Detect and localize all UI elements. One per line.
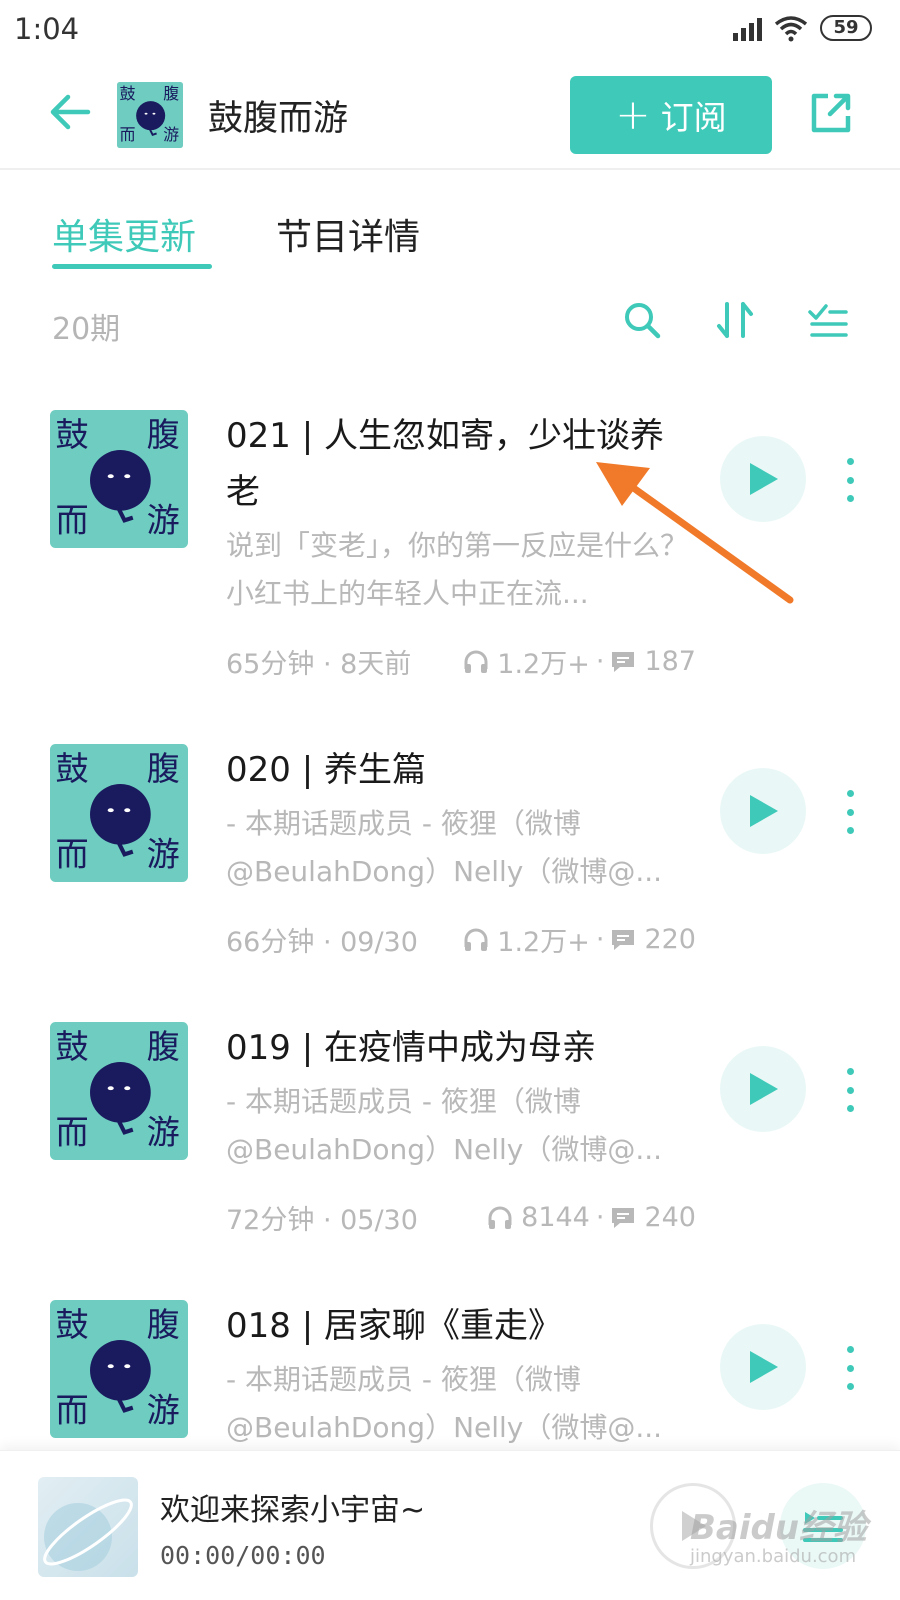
page-title: 鼓腹而游 xyxy=(208,99,349,139)
cover-character: 腹 xyxy=(147,749,180,788)
episode-meta: 72分钟 · 05/30 8144 · 240 xyxy=(226,1198,696,1237)
episode-cover: 鼓 腹而 游 xyxy=(50,410,188,548)
cover-character: 鼓 xyxy=(56,1305,89,1344)
play-icon xyxy=(750,1351,778,1383)
cover-character: 游 xyxy=(147,834,180,873)
header: 鼓腹而游 鼓腹而游 + 订阅 xyxy=(0,62,900,170)
episode-comments: 240 xyxy=(644,1202,696,1233)
cover-character: 腹 xyxy=(147,415,180,454)
episode-comments: 187 xyxy=(644,646,696,677)
player-time: 00:00/00:00 xyxy=(160,1541,326,1570)
headphones-icon xyxy=(464,928,488,951)
cover-artwork: 鼓 腹而 游 xyxy=(50,1022,188,1160)
status-time: 1:04 xyxy=(14,12,80,46)
play-button[interactable] xyxy=(720,1324,806,1410)
episode-meta: 66分钟 · 09/30 1.2万+ · 220 xyxy=(226,920,696,959)
episode-comments: 220 xyxy=(644,924,696,955)
search-icon[interactable] xyxy=(620,298,664,342)
episode-cover: 鼓 腹而 游 xyxy=(50,744,188,882)
headphones-icon xyxy=(488,1206,512,1229)
episode-title[interactable]: 019 | 在疫情中成为母亲 xyxy=(226,1020,686,1076)
planet-artwork xyxy=(43,1498,133,1571)
episode-cover: 鼓 腹而 游 xyxy=(50,1022,188,1160)
comment-icon xyxy=(612,929,635,950)
battery-indicator: 59 xyxy=(820,15,872,41)
play-button[interactable] xyxy=(720,768,806,854)
active-tab-indicator xyxy=(52,264,212,269)
episode-description: - 本期话题成员 - 筱狸（微博@BeulahDong）Nelly（微博@... xyxy=(226,807,663,888)
episode-plays: 8144 xyxy=(521,1202,590,1233)
play-button[interactable] xyxy=(720,436,806,522)
cover-character: 而 xyxy=(120,125,136,144)
cover-character: 腹 xyxy=(147,1305,180,1344)
cover-character: 而 xyxy=(56,834,89,873)
player-title: 欢迎来探索小宇宙~ xyxy=(160,1493,426,1528)
tab-program-details[interactable]: 节目详情 xyxy=(276,208,420,260)
share-icon[interactable] xyxy=(806,88,856,138)
cover-character: 而 xyxy=(56,1390,89,1429)
episode-plays: 1.2万+ xyxy=(497,649,590,680)
cover-character: 鼓 xyxy=(120,84,136,103)
more-vertical-icon[interactable] xyxy=(840,790,860,834)
episode-count: 20期 xyxy=(52,312,121,347)
cover-character: 鼓 xyxy=(56,749,89,788)
episode-description: 说到「变老」，你的第一反应是什么？小红书上的年轻人中正在流... xyxy=(226,529,689,610)
cover-character: 游 xyxy=(163,125,179,144)
cover-artwork: 鼓 腹而 游 xyxy=(50,1300,188,1438)
player-cover[interactable] xyxy=(38,1477,138,1577)
podcast-cover-thumbnail: 鼓 腹而 游 xyxy=(117,82,183,148)
tab-episode-updates[interactable]: 单集更新 xyxy=(52,208,196,260)
episode-plays: 1.2万+ xyxy=(497,927,590,958)
cover-artwork: 鼓 腹而 游 xyxy=(117,82,183,148)
more-vertical-icon[interactable] xyxy=(840,1346,860,1390)
status-icons: 59 xyxy=(733,14,872,42)
cover-character: 腹 xyxy=(147,1027,180,1066)
status-bar: 1:04 59 xyxy=(0,0,900,62)
more-vertical-icon[interactable] xyxy=(840,458,860,502)
sort-icon[interactable] xyxy=(713,298,757,342)
subscribe-label: 订阅 xyxy=(660,98,727,137)
wifi-icon xyxy=(774,16,808,42)
cover-artwork: 鼓 腹而 游 xyxy=(50,744,188,882)
episode-duration-date: 66分钟 · 09/30 xyxy=(226,927,418,958)
signal-icon xyxy=(733,15,762,41)
cover-character: 游 xyxy=(147,1112,180,1151)
episode-duration-date: 72分钟 · 05/30 xyxy=(226,1205,418,1236)
cover-character: 鼓 xyxy=(56,1027,89,1066)
episode-title[interactable]: 020 | 养生篇 xyxy=(226,742,686,798)
play-icon xyxy=(750,795,778,827)
cover-character: 腹 xyxy=(163,84,179,103)
episode-description: - 本期话题成员 - 筱狸（微博@BeulahDong）Nelly（微博@... xyxy=(226,1363,663,1444)
episode-meta: 65分钟 · 8天前 1.2万+ · 187 xyxy=(226,642,696,681)
cover-character: 鼓 xyxy=(56,415,89,454)
episode-description: - 本期话题成员 - 筱狸（微博@BeulahDong）Nelly（微博@... xyxy=(226,1085,663,1166)
more-vertical-icon[interactable] xyxy=(840,1068,860,1112)
comment-icon xyxy=(612,1207,635,1228)
cover-character: 而 xyxy=(56,500,89,539)
cover-character: 游 xyxy=(147,1390,180,1429)
watermark-url: jingyan.baidu.com xyxy=(690,1546,857,1567)
back-arrow-icon[interactable] xyxy=(46,88,94,136)
headphones-icon xyxy=(464,650,488,673)
comment-icon xyxy=(612,651,635,672)
play-icon xyxy=(750,463,778,495)
episode-cover: 鼓 腹而 游 xyxy=(50,1300,188,1438)
filter-list-icon[interactable] xyxy=(806,298,850,342)
episode-duration-date: 65分钟 · 8天前 xyxy=(226,649,412,680)
cover-artwork: 鼓 腹而 游 xyxy=(50,410,188,548)
plus-icon: + xyxy=(615,90,651,139)
play-button[interactable] xyxy=(720,1046,806,1132)
play-icon xyxy=(750,1073,778,1105)
episode-title[interactable]: 018 | 居家聊《重走》 xyxy=(226,1298,686,1354)
watermark: Baidu经验 xyxy=(690,1508,868,1548)
cover-character: 游 xyxy=(147,500,180,539)
subscribe-button[interactable]: + 订阅 xyxy=(570,76,772,154)
episode-title[interactable]: 021 | 人生忽如寄，少壮谈养老 xyxy=(226,408,686,520)
cover-character: 而 xyxy=(56,1112,89,1151)
